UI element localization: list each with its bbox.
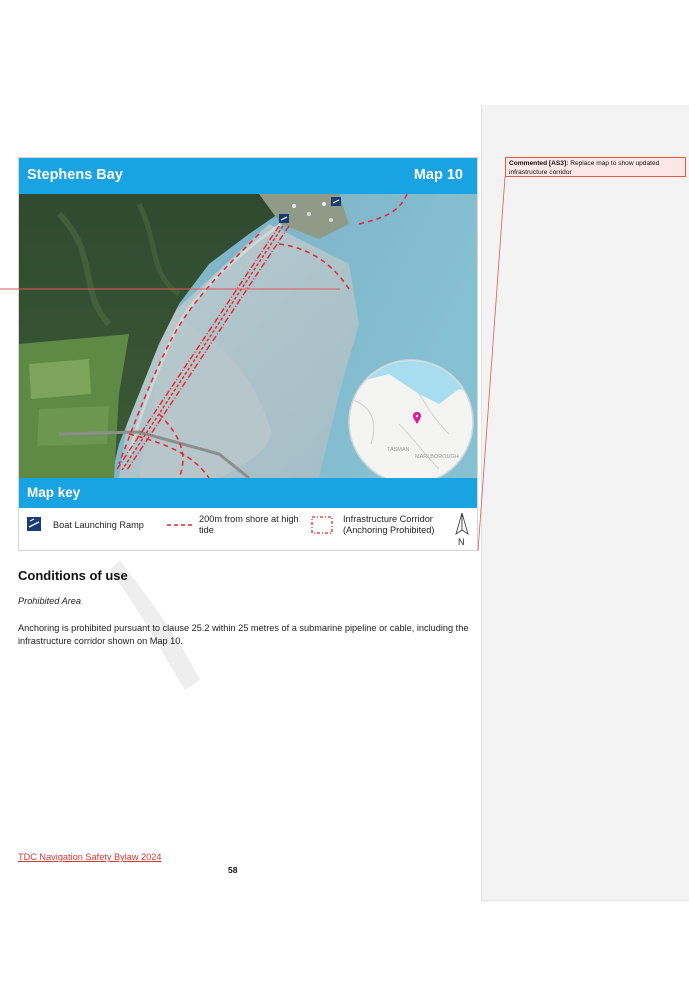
dashed-line-icon	[167, 524, 195, 526]
section-paragraph: Anchoring is prohibited pursuant to clau…	[18, 623, 469, 646]
legend-label-200m: 200m from shore at high tide	[199, 514, 299, 535]
comment-author: Commented [AS3]:	[509, 160, 569, 167]
legend-label-corridor: Infrastructure Corridor (Anchoring Prohi…	[343, 514, 435, 535]
boat-ramp-marker	[279, 214, 289, 223]
map-header: Stephens Bay Map 10	[19, 158, 477, 194]
page-number: 58	[228, 865, 238, 875]
map-key-title: Map key	[27, 485, 81, 500]
north-arrow-icon: N	[455, 512, 469, 546]
map-legend: Boat Launching Ramp 200m from shore at h…	[19, 508, 477, 550]
comment-pane	[481, 105, 689, 901]
comment-balloon[interactable]: Commented [AS3]: Replace map to show upd…	[505, 157, 686, 177]
corridor-icon	[311, 516, 333, 534]
legend-label-boat-ramp: Boat Launching Ramp	[53, 520, 144, 530]
aerial-map-image: TASMAN MARLBOROUGH	[19, 194, 477, 478]
aerial-map: TASMAN MARLBOROUGH	[19, 194, 477, 478]
map-key-header: Map key	[19, 478, 477, 508]
map-number: Map 10	[413, 167, 463, 183]
north-label: N	[458, 537, 465, 546]
inset-label-tasman: TASMAN	[387, 447, 410, 453]
section-subheading: Prohibited Area	[18, 596, 81, 606]
section-heading: Conditions of use	[18, 568, 128, 583]
boat-ramp-icon	[27, 517, 41, 531]
map-figure: Stephens Bay Map 10 TASMAN MARLBOROUGH M…	[18, 157, 478, 551]
boat-ramp-marker	[331, 197, 341, 206]
footer-document-link[interactable]: TDC Navigation Safety Bylaw 2024	[18, 852, 162, 862]
inset-label-marlborough: MARLBOROUGH	[415, 454, 459, 460]
map-title: Stephens Bay	[27, 167, 123, 183]
